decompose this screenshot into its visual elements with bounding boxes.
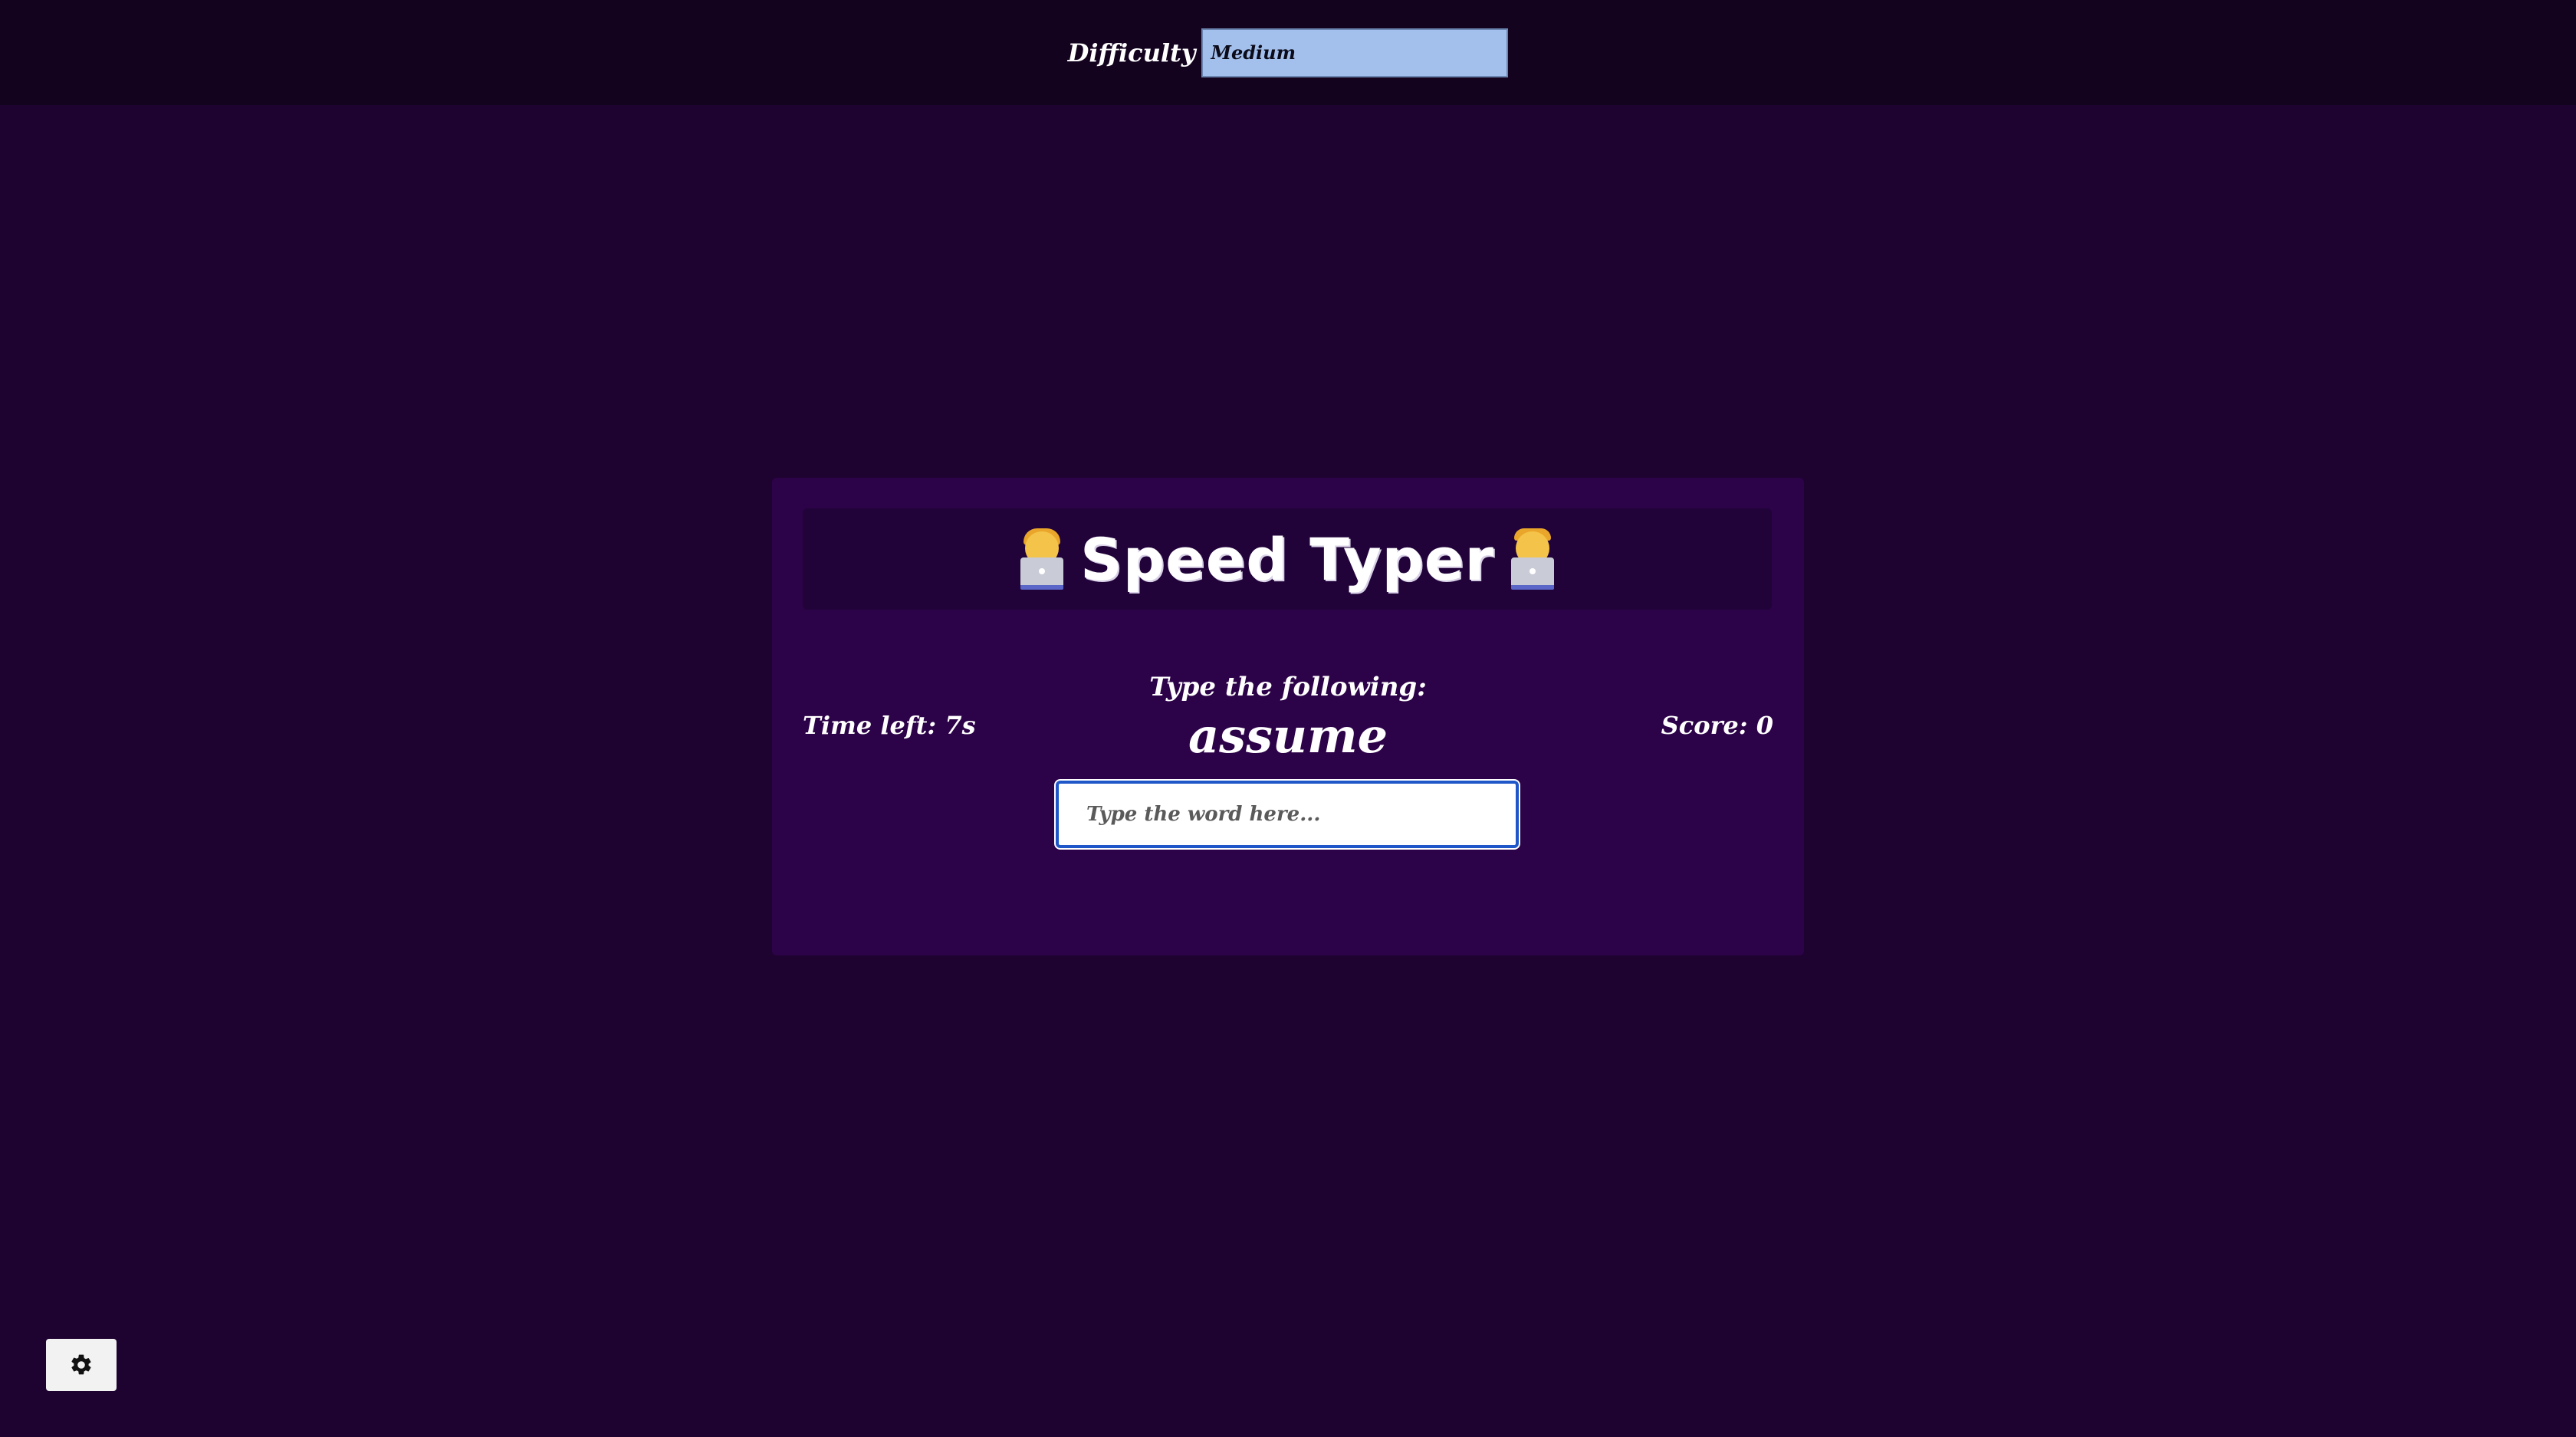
current-word: assume xyxy=(1188,708,1388,764)
score: Score: 0 xyxy=(1661,711,1773,740)
title-bar: Speed Typer xyxy=(803,508,1772,610)
word-input[interactable] xyxy=(1056,781,1519,848)
woman-technologist-icon xyxy=(1017,528,1066,590)
game-card: Speed Typer Time left: 7s Type the follo… xyxy=(772,478,1804,955)
difficulty-selected-value: Medium xyxy=(1211,41,1296,64)
difficulty-select[interactable]: Medium xyxy=(1201,28,1509,77)
prompt-label: Type the following: xyxy=(1149,672,1427,702)
settings-button[interactable] xyxy=(46,1339,117,1391)
top-bar: Difficulty Medium xyxy=(0,0,2576,105)
game-title: Speed Typer xyxy=(1080,524,1494,594)
difficulty-label: Difficulty xyxy=(1067,38,1196,67)
man-technologist-icon xyxy=(1508,528,1557,590)
gear-icon xyxy=(71,1354,91,1375)
